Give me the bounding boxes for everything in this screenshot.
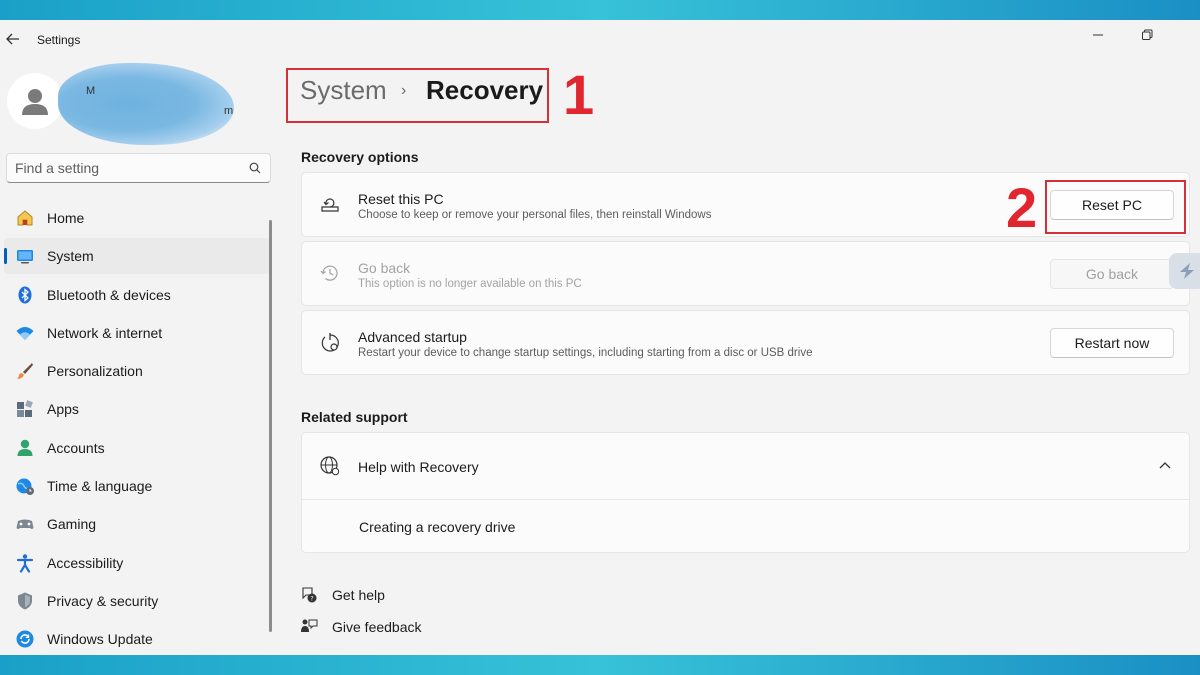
feedback-icon <box>301 619 318 632</box>
sidebar-item-label: Time & language <box>47 478 153 495</box>
floating-widget[interactable] <box>1169 253 1200 289</box>
sidebar-item-label: Home <box>47 210 85 226</box>
apps-icon <box>17 400 33 418</box>
sidebar-item-label: Gaming <box>47 516 97 533</box>
user-name: M <box>86 85 96 97</box>
help-with-recovery-title: Help with Recovery <box>358 459 479 475</box>
sidebar-item-accessibility[interactable]: Accessibility <box>4 545 270 581</box>
svg-text:?: ? <box>310 594 313 602</box>
system-icon <box>17 250 33 264</box>
sidebar-item-time-language[interactable]: Time & language <box>4 468 270 504</box>
give-feedback-link[interactable]: Give feedback <box>300 616 440 638</box>
time-language-icon <box>16 478 34 496</box>
accounts-icon <box>17 439 33 456</box>
sidebar-item-home[interactable]: Home <box>4 200 270 236</box>
advanced-startup-title: Advanced startup <box>358 329 467 345</box>
get-help-link[interactable]: ? Get help <box>300 584 420 606</box>
chevron-up-icon[interactable] <box>1158 460 1172 470</box>
sidebar-item-label: Accessibility <box>47 554 124 571</box>
sidebar-item-bluetooth[interactable]: Bluetooth & devices <box>4 277 270 313</box>
reset-pc-subtitle: Choose to keep or remove your personal f… <box>358 209 712 221</box>
page-title: Recovery <box>426 75 544 105</box>
sidebar-item-label: System <box>47 248 94 265</box>
breadcrumb-separator: › <box>401 82 407 99</box>
reset-pc-icon <box>321 198 339 212</box>
annotation-step-1: 1 <box>563 63 595 126</box>
sidebar-item-label: Accounts <box>47 439 105 456</box>
annotation-step-2: 2 <box>1006 176 1038 239</box>
update-icon <box>16 630 34 648</box>
sidebar-item-network[interactable]: Network & internet <box>4 315 270 351</box>
help-chat-icon: ? <box>302 587 317 603</box>
sidebar-nav: Home System Bluetooth & devices Network <box>4 200 270 655</box>
sidebar-item-label: Personalization <box>47 363 143 380</box>
minimize-button[interactable] <box>1085 24 1111 46</box>
help-with-recovery-card: Help with Recovery Creating a recovery d… <box>301 432 1190 553</box>
card-divider <box>302 499 1189 500</box>
app-title: Settings <box>37 33 81 47</box>
get-help-label: Get help <box>332 587 385 603</box>
history-icon <box>320 265 338 281</box>
sidebar-item-system[interactable]: System <box>4 238 270 275</box>
accessibility-icon <box>16 553 34 573</box>
user-email: m <box>224 105 234 117</box>
restart-now-button[interactable]: Restart now <box>1050 328 1174 358</box>
recovery-options-heading: Recovery options <box>301 149 419 165</box>
give-feedback-label: Give feedback <box>332 619 422 635</box>
brush-icon <box>17 363 33 380</box>
related-support-heading: Related support <box>301 409 408 425</box>
settings-window: Settings M m Find a setting Home System … <box>0 20 1200 655</box>
sidebar-item-privacy[interactable]: Privacy & security <box>4 583 270 619</box>
back-arrow-icon[interactable] <box>4 30 22 48</box>
advanced-startup-icon <box>321 333 339 352</box>
home-icon <box>17 210 33 226</box>
go-back-subtitle: This option is no longer available on th… <box>358 278 582 290</box>
sidebar-item-label: Bluetooth & devices <box>47 286 171 303</box>
restore-icon <box>1142 29 1153 40</box>
wifi-icon <box>16 326 34 340</box>
minimize-icon <box>1093 34 1103 36</box>
sidebar-item-windows-update[interactable]: Windows Update <box>4 621 270 655</box>
reset-pc-title: Reset this PC <box>358 191 444 207</box>
title-bar: Settings <box>0 20 1200 60</box>
advanced-startup-card: Advanced startup Restart your device to … <box>301 310 1190 375</box>
sidebar-item-label: Windows Update <box>47 631 153 648</box>
sidebar-item-label: Apps <box>47 401 79 418</box>
sidebar-scrollbar[interactable] <box>269 220 272 632</box>
gaming-icon <box>16 519 34 530</box>
sidebar-item-apps[interactable]: Apps <box>4 391 270 427</box>
lightning-icon <box>1180 263 1194 279</box>
sidebar-item-gaming[interactable]: Gaming <box>4 506 270 542</box>
breadcrumb-system[interactable]: System <box>300 75 387 106</box>
search-icon[interactable] <box>249 162 261 174</box>
bluetooth-icon <box>18 286 32 304</box>
advanced-startup-subtitle: Restart your device to change startup se… <box>358 347 813 359</box>
user-icon <box>22 89 48 115</box>
restore-button[interactable] <box>1134 24 1160 46</box>
sidebar-item-accounts[interactable]: Accounts <box>4 430 270 466</box>
search-input[interactable] <box>15 159 235 177</box>
go-back-button[interactable]: Go back <box>1050 259 1174 289</box>
creating-recovery-drive-link[interactable]: Creating a recovery drive <box>359 519 515 535</box>
help-with-recovery-header[interactable]: Help with Recovery <box>302 433 1189 499</box>
globe-icon <box>320 456 340 476</box>
sidebar-item-label: Network & internet <box>47 324 163 341</box>
user-info-redacted: M m <box>58 63 234 145</box>
sidebar-item-label: Privacy & security <box>47 592 159 609</box>
search-box[interactable] <box>6 153 271 183</box>
sidebar-item-personalization[interactable]: Personalization <box>4 353 270 389</box>
selection-indicator <box>4 248 7 265</box>
avatar[interactable] <box>7 73 63 129</box>
go-back-card: Go back This option is no longer availab… <box>301 241 1190 306</box>
reset-button-highlight-box <box>1045 180 1186 234</box>
go-back-title: Go back <box>358 260 411 276</box>
shield-icon <box>18 592 32 610</box>
